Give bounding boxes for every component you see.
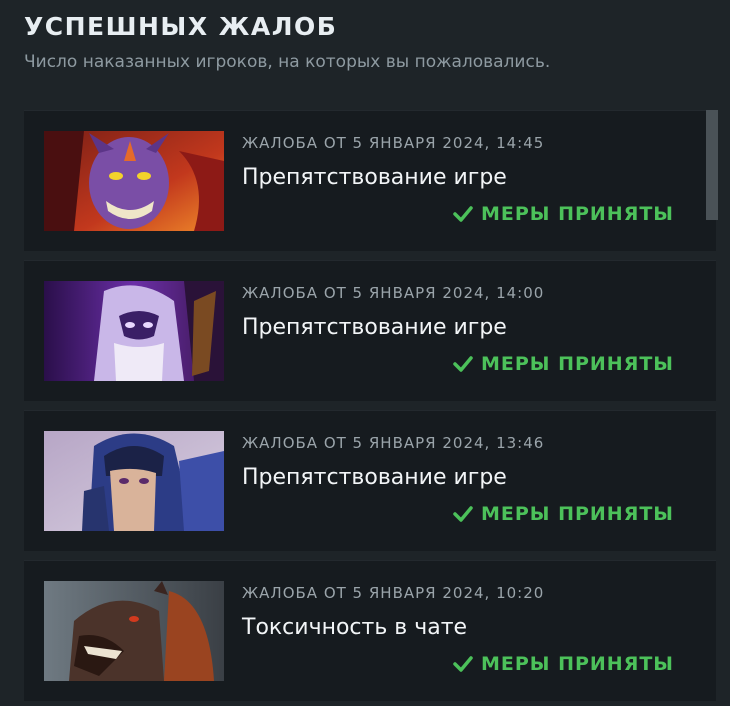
hero-portrait-horned-purple-icon (44, 131, 224, 231)
check-icon (453, 206, 473, 222)
report-card[interactable]: ЖАЛОБА ОТ 5 ЯНВАРЯ 2024, 14:45 Препятств… (24, 110, 716, 251)
status-badge: МЕРЫ ПРИНЯТЫ (453, 503, 674, 525)
report-date: ЖАЛОБА ОТ 5 ЯНВАРЯ 2024, 14:00 (242, 284, 545, 302)
hero-portrait-bear-icon (44, 581, 224, 681)
successful-reports-panel: УСПЕШНЫХ ЖАЛОБ Число наказанных игроков,… (0, 0, 730, 706)
report-reason: Препятствование игре (242, 315, 507, 340)
status-badge: МЕРЫ ПРИНЯТЫ (453, 653, 674, 675)
scrollbar-thumb[interactable] (706, 110, 718, 220)
status-badge: МЕРЫ ПРИНЯТЫ (453, 353, 674, 375)
scrollbar[interactable] (706, 110, 718, 706)
reports-list[interactable]: ЖАЛОБА ОТ 5 ЯНВАРЯ 2024, 14:45 Препятств… (24, 110, 718, 706)
report-reason: Препятствование игре (242, 465, 507, 490)
status-label: МЕРЫ ПРИНЯТЫ (480, 503, 674, 525)
status-label: МЕРЫ ПРИНЯТЫ (480, 203, 674, 225)
status-label: МЕРЫ ПРИНЯТЫ (480, 353, 674, 375)
hero-portrait-violet-mage-icon (44, 281, 224, 381)
report-date: ЖАЛОБА ОТ 5 ЯНВАРЯ 2024, 13:46 (242, 434, 545, 452)
check-icon (453, 506, 473, 522)
check-icon (453, 356, 473, 372)
status-badge: МЕРЫ ПРИНЯТЫ (453, 203, 674, 225)
report-date: ЖАЛОБА ОТ 5 ЯНВАРЯ 2024, 14:45 (242, 134, 545, 152)
report-card[interactable]: ЖАЛОБА ОТ 5 ЯНВАРЯ 2024, 13:46 Препятств… (24, 410, 716, 551)
report-reason: Препятствование игре (242, 165, 507, 190)
hero-portrait-helmeted-knight-icon (44, 431, 224, 531)
report-card[interactable]: ЖАЛОБА ОТ 5 ЯНВАРЯ 2024, 10:20 Токсичнос… (24, 560, 716, 701)
check-icon (453, 656, 473, 672)
report-reason: Токсичность в чате (242, 615, 468, 640)
report-card[interactable]: ЖАЛОБА ОТ 5 ЯНВАРЯ 2024, 14:00 Препятств… (24, 260, 716, 401)
status-label: МЕРЫ ПРИНЯТЫ (480, 653, 674, 675)
page-subtitle: Число наказанных игроков, на которых вы … (24, 52, 551, 72)
page-title: УСПЕШНЫХ ЖАЛОБ (24, 12, 338, 41)
report-date: ЖАЛОБА ОТ 5 ЯНВАРЯ 2024, 10:20 (242, 584, 545, 602)
